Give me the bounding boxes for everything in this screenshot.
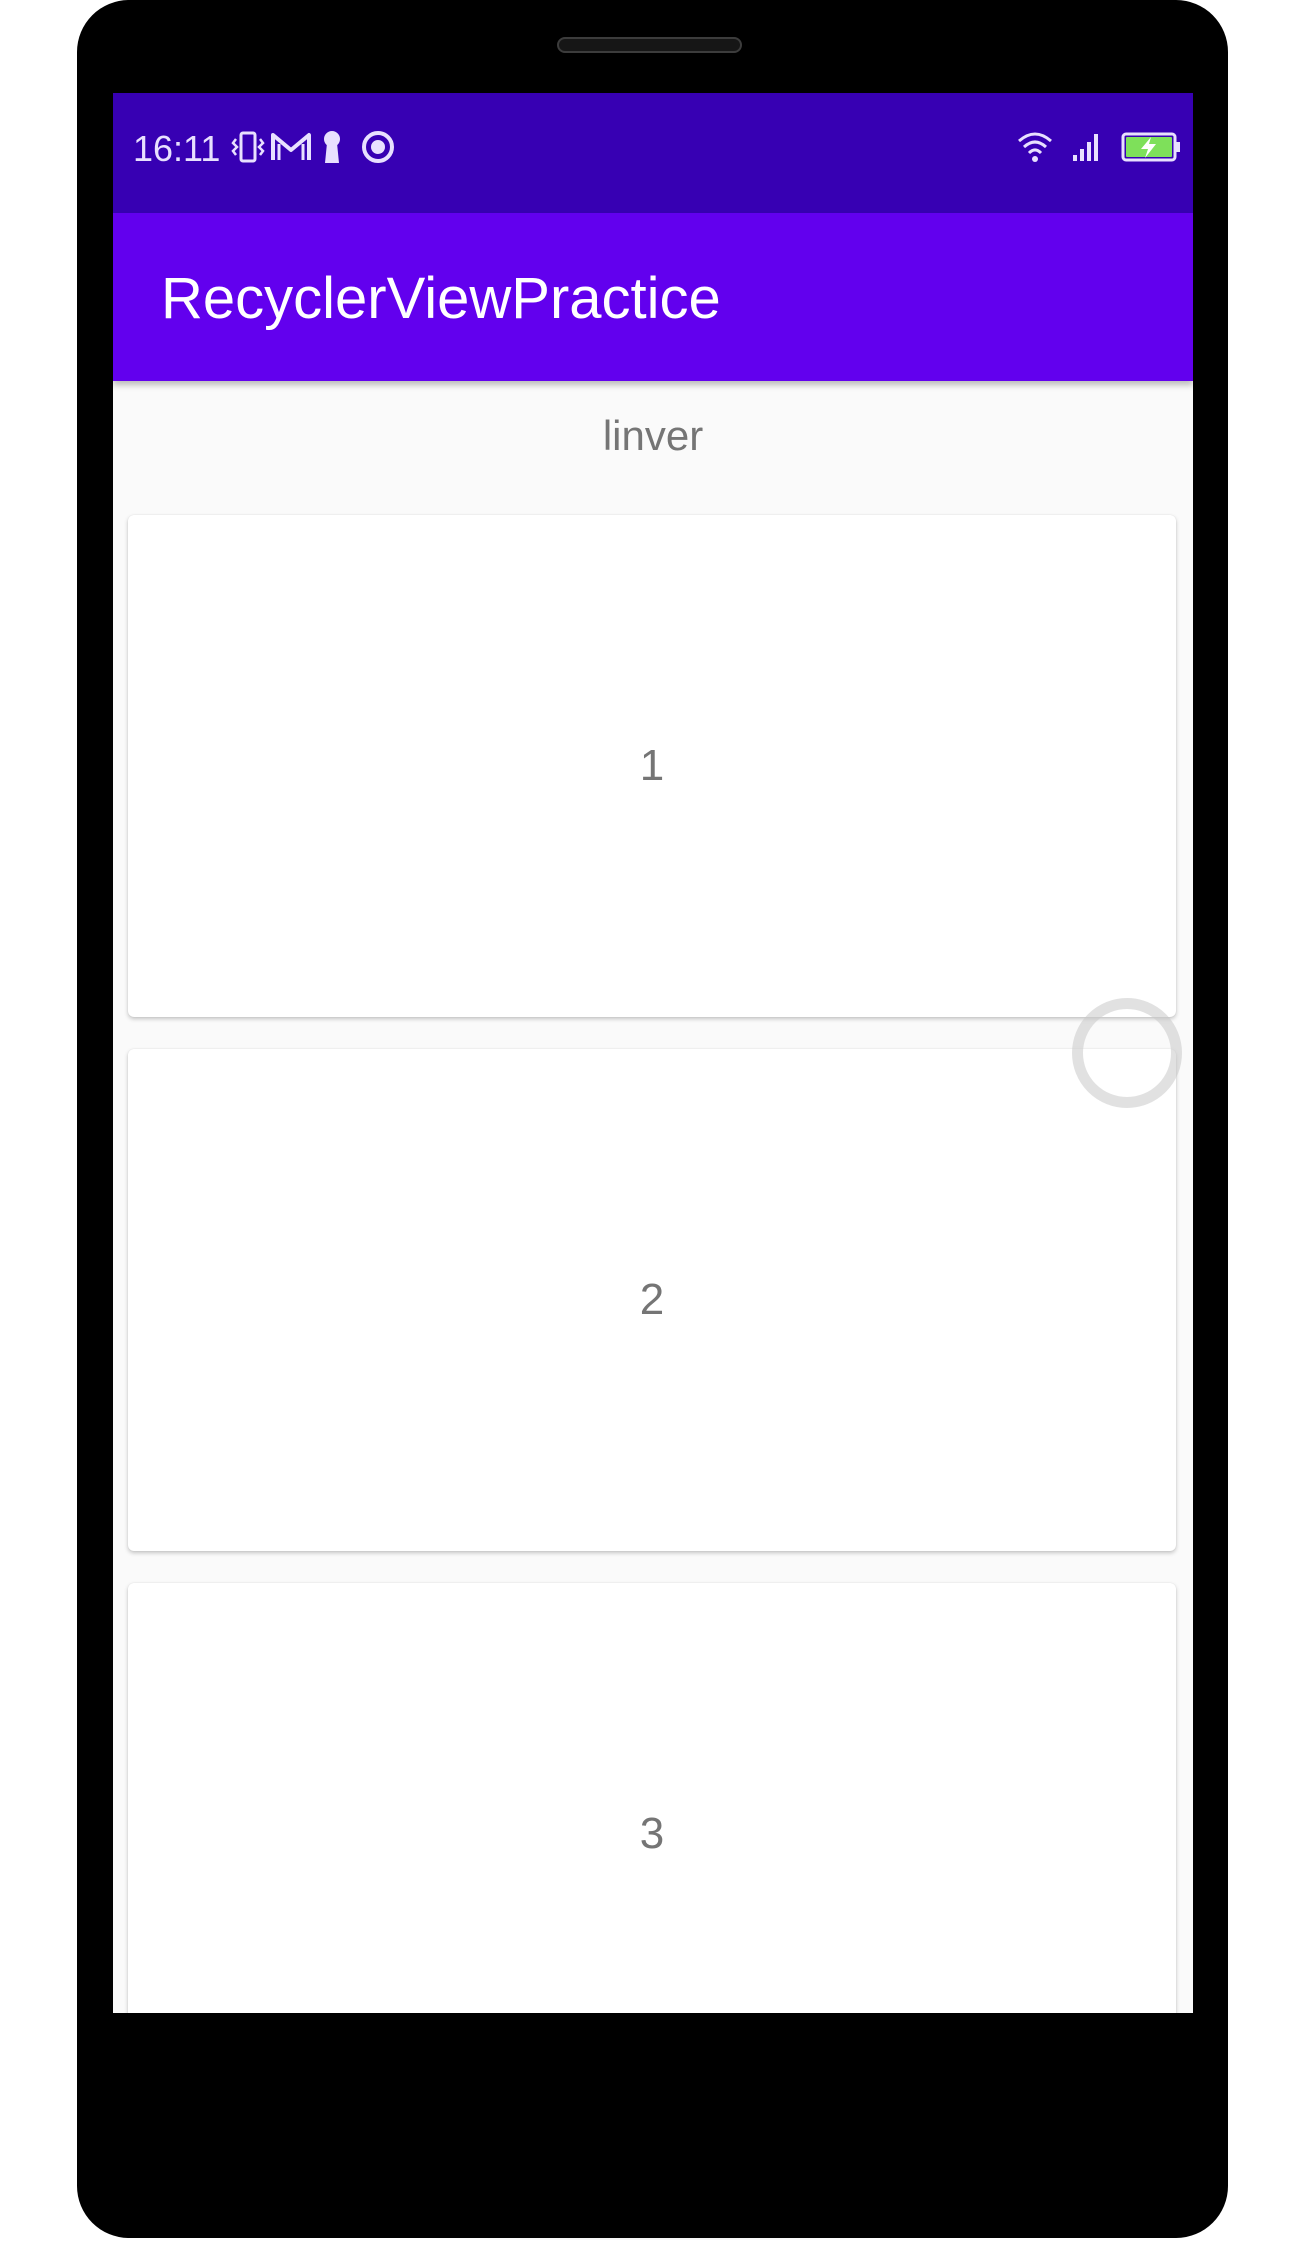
phone-frame: 16:11 RecyclerViewPractice linver 1 2 3: [77, 0, 1228, 2238]
list-item-card[interactable]: 2: [128, 1049, 1176, 1551]
list-header: linver: [602, 412, 704, 459]
card-label: 3: [639, 1809, 665, 1858]
keyhole-icon: [317, 129, 347, 170]
app-bar: RecyclerViewPractice: [113, 213, 1193, 381]
notification-icons: [231, 129, 395, 169]
card-label: 2: [639, 1275, 665, 1324]
card-label: 1: [639, 741, 665, 790]
status-bar: 16:11: [113, 93, 1193, 213]
app-title: RecyclerViewPractice: [161, 266, 721, 331]
list-item-card[interactable]: 3: [128, 1583, 1176, 2013]
battery-charging-icon: [1121, 131, 1181, 168]
signal-icon: [1071, 131, 1103, 168]
gmail-icon: [269, 130, 313, 169]
touch-indicator: [1072, 998, 1182, 1108]
vibrate-icon: [231, 129, 265, 170]
wifi-icon: [1017, 131, 1053, 168]
status-time: 16:11: [133, 128, 221, 169]
earpiece-speaker: [557, 37, 742, 53]
list-item-card[interactable]: 1: [128, 515, 1176, 1017]
system-status-icons: [1017, 129, 1181, 169]
device-screen: 16:11 RecyclerViewPractice linver 1 2 3: [113, 93, 1193, 2013]
record-icon: [361, 130, 395, 169]
